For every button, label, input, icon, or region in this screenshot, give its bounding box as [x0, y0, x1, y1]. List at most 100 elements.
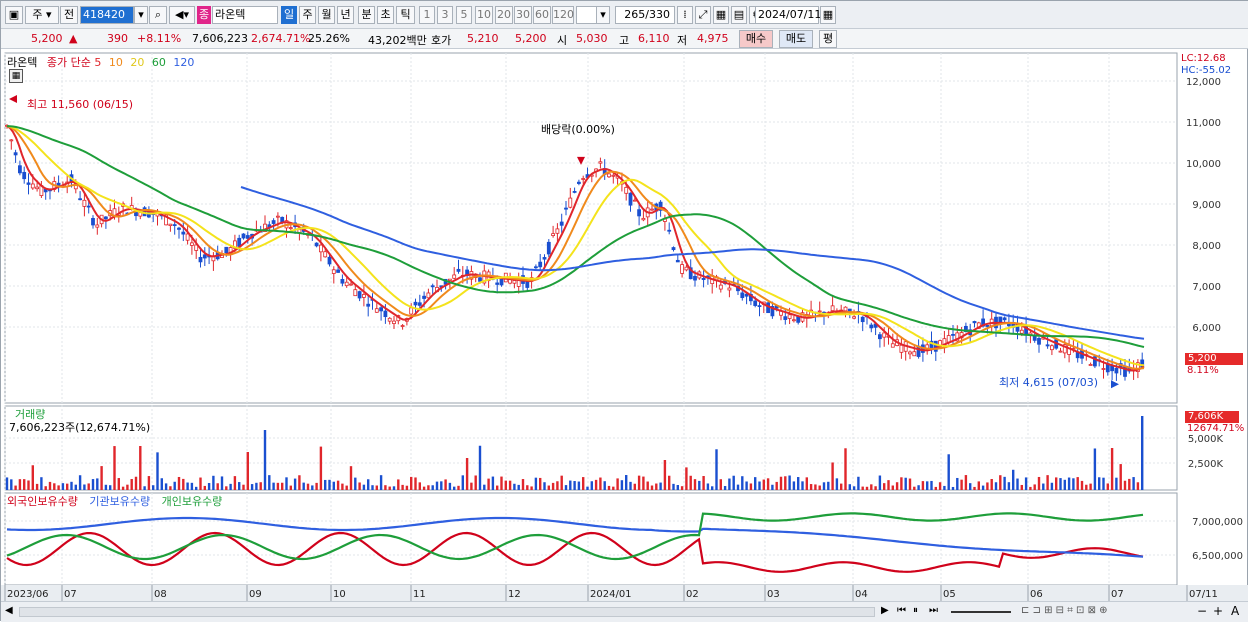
- interval-10[interactable]: 10: [475, 6, 493, 24]
- candle-body: [331, 269, 336, 274]
- sound-icon[interactable]: ◀▾: [169, 6, 195, 24]
- period-month-tab[interactable]: 월: [318, 6, 335, 24]
- code-dropdown-icon[interactable]: ▾: [134, 6, 148, 24]
- interval-120[interactable]: 120: [552, 6, 574, 24]
- calendar-icon[interactable]: ▦: [820, 6, 836, 24]
- stock-name-field[interactable]: 라온텍: [212, 6, 278, 24]
- volume-bar: [930, 480, 933, 490]
- price-pane-legend: 라온텍 종가 단순 5 10 20 60 120: [7, 54, 194, 70]
- grid-icon[interactable]: ⁞: [677, 6, 693, 24]
- candle-body: [495, 282, 500, 285]
- zoom-in-icon[interactable]: +: [1213, 604, 1223, 618]
- volume-bar: [508, 480, 512, 490]
- volume-bar: [500, 476, 503, 490]
- pause-icon[interactable]: ⏸: [913, 605, 918, 616]
- volume-bar: [616, 478, 619, 490]
- main-dropdown[interactable]: 주 ▾: [25, 6, 59, 24]
- candle-body: [35, 186, 39, 190]
- last-page-icon[interactable]: ⏭: [929, 605, 938, 616]
- high-label: 고: [619, 34, 630, 47]
- volume-bar: [986, 482, 989, 490]
- volume-bar: [1110, 448, 1114, 490]
- volume-bar: [44, 486, 47, 490]
- volume-bar: [418, 482, 421, 490]
- period-week-tab[interactable]: 주: [299, 6, 316, 24]
- volume-bar: [379, 475, 383, 490]
- interval-3[interactable]: 3: [437, 6, 453, 24]
- candle-body: [417, 302, 422, 306]
- volume-bar: [27, 480, 30, 490]
- horizontal-scrollbar[interactable]: [19, 607, 875, 617]
- tool-icons[interactable]: ⊏ ⊐ ⊞ ⊟ ⌗ ⊡ ⊠ ⊕: [1021, 605, 1108, 616]
- volume-bar: [354, 477, 357, 490]
- save-icon[interactable]: ▤: [731, 6, 747, 24]
- volume-bar: [246, 452, 249, 490]
- interval-5[interactable]: 5: [456, 6, 472, 24]
- zoom-out-icon[interactable]: −: [1197, 604, 1207, 618]
- window-icon[interactable]: ▣: [5, 6, 23, 24]
- period-minute-tab[interactable]: 분: [358, 6, 375, 24]
- volume-bar: [865, 486, 869, 490]
- candle-body: [899, 344, 904, 353]
- interval-dropdown-icon[interactable]: ▾: [596, 6, 610, 24]
- volume-bar: [788, 475, 791, 490]
- volume-bar: [818, 485, 821, 490]
- first-page-icon[interactable]: ⏮: [897, 605, 906, 616]
- period-year-tab[interactable]: 년: [337, 6, 354, 24]
- volume-bar: [1123, 480, 1127, 490]
- count-field[interactable]: 265/330: [615, 6, 675, 24]
- candle-body: [577, 181, 581, 184]
- volume-bar: [990, 478, 993, 490]
- volume-bar: [904, 477, 907, 490]
- candle-body: [538, 261, 543, 268]
- volume-bar: [474, 475, 477, 490]
- layout-icon[interactable]: ▦: [713, 6, 729, 24]
- volume-bar: [91, 479, 95, 490]
- volume-bar: [139, 446, 142, 490]
- volume-bar: [1042, 483, 1045, 490]
- period-tick-tab[interactable]: 틱: [396, 6, 415, 24]
- candle-body: [142, 207, 147, 217]
- interval-60[interactable]: 60: [533, 6, 551, 24]
- quote-bar: 5,200 ▲ 390 +8.11% 7,606,223 2,674.71% 2…: [1, 29, 1248, 49]
- candle-body: [478, 277, 482, 282]
- candle-body: [327, 256, 332, 265]
- dividend-annotation: 배당락(0.00%): [541, 123, 615, 136]
- volume-bar: [371, 485, 374, 490]
- eval-button[interactable]: 평: [819, 30, 837, 48]
- candle-body: [684, 266, 689, 271]
- interval-30[interactable]: 30: [514, 6, 532, 24]
- volume-bar: [289, 485, 292, 490]
- candle-body: [336, 269, 341, 273]
- chart-tool-icon[interactable]: ⤢: [695, 6, 711, 24]
- candle-body: [288, 227, 293, 229]
- interval-20[interactable]: 20: [495, 6, 513, 24]
- candle-body: [559, 221, 564, 226]
- calculator-icon[interactable]: ▦: [9, 69, 23, 83]
- scroll-right-icon[interactable]: ▶: [881, 605, 889, 616]
- scroll-left-icon[interactable]: ◀: [5, 605, 13, 616]
- chart-area[interactable]: 12,000 11,000 10,000 9,000 8,000 7,000 6,000 5,…: [1, 49, 1248, 601]
- candle-body: [13, 152, 18, 156]
- candle-body: [245, 235, 250, 239]
- candle-body: [624, 187, 629, 194]
- volume-bar: [276, 482, 280, 490]
- period-second-tab[interactable]: 초: [377, 6, 394, 24]
- interval-1[interactable]: 1: [419, 6, 435, 24]
- zoom-slider[interactable]: [951, 611, 1011, 613]
- candle-body: [1032, 335, 1037, 341]
- period-day-tab[interactable]: 일: [281, 6, 297, 24]
- volume-bar: [216, 483, 219, 490]
- volume-bar: [143, 486, 146, 490]
- volume-ratio: 2,674.71%: [251, 32, 311, 45]
- prev-button[interactable]: 전: [60, 6, 78, 24]
- stock-code-input[interactable]: 418420: [80, 6, 134, 24]
- sell-button[interactable]: 매도: [779, 30, 813, 48]
- x-axis-label: 07: [64, 589, 77, 600]
- search-icon[interactable]: ⌕: [149, 6, 167, 24]
- candle-body: [882, 332, 887, 338]
- text-tool-icon[interactable]: A: [1231, 604, 1239, 618]
- volume-bar: [723, 486, 727, 490]
- buy-button[interactable]: 매수: [739, 30, 773, 48]
- date-input[interactable]: 2024/07/11: [755, 6, 821, 24]
